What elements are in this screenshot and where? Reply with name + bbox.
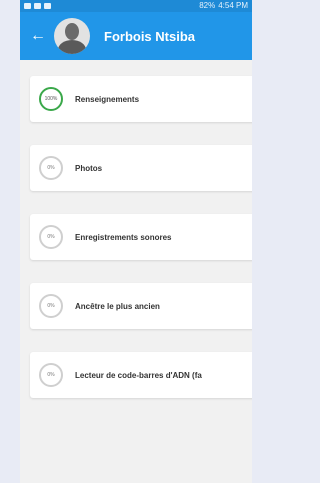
progress-ring: 100% bbox=[39, 87, 63, 111]
notification-icon bbox=[44, 3, 51, 9]
progress-value: 0% bbox=[47, 165, 55, 171]
status-right: 82% 4:54 PM bbox=[199, 0, 248, 12]
section-label: Photos bbox=[75, 163, 103, 173]
image-icon bbox=[34, 3, 41, 9]
progress-value: 0% bbox=[47, 372, 55, 378]
progress-value: 100% bbox=[44, 96, 58, 102]
progress-value: 0% bbox=[47, 234, 55, 240]
app-bar: ← Forbois Ntsiba bbox=[20, 12, 252, 60]
section-list: 100% Renseignements 0% Photos 0% Enregis… bbox=[20, 60, 252, 398]
progress-ring: 0% bbox=[39, 156, 63, 180]
avatar-shoulders bbox=[58, 40, 86, 54]
section-label: Ancêtre le plus ancien bbox=[75, 301, 160, 311]
progress-value: 0% bbox=[47, 303, 55, 309]
phone-screen: 82% 4:54 PM ← Forbois Ntsiba 100% Rensei… bbox=[20, 0, 252, 483]
section-card-dna-barcode[interactable]: 0% Lecteur de code-barres d'ADN (fa bbox=[30, 352, 252, 398]
status-time: 4:54 PM bbox=[218, 1, 248, 10]
battery-level: 82% bbox=[199, 1, 216, 10]
page-title: Forbois Ntsiba bbox=[104, 28, 196, 44]
section-label: Renseignements bbox=[75, 94, 140, 104]
back-arrow-icon[interactable]: ← bbox=[30, 28, 48, 44]
progress-ring: 0% bbox=[39, 225, 63, 249]
progress-ring: 0% bbox=[39, 294, 63, 318]
section-label: Enregistrements sonores bbox=[75, 232, 172, 242]
status-bar: 82% 4:54 PM bbox=[20, 0, 252, 12]
section-label: Lecteur de code-barres d'ADN (fa bbox=[75, 370, 202, 380]
status-left-icons bbox=[24, 0, 51, 12]
avatar[interactable] bbox=[54, 18, 90, 54]
avatar-head bbox=[65, 23, 79, 40]
section-card-renseignements[interactable]: 100% Renseignements bbox=[30, 76, 252, 122]
message-icon bbox=[24, 3, 31, 9]
section-card-ancestor[interactable]: 0% Ancêtre le plus ancien bbox=[30, 283, 252, 329]
section-card-audio[interactable]: 0% Enregistrements sonores bbox=[30, 214, 252, 260]
section-card-photos[interactable]: 0% Photos bbox=[30, 145, 252, 191]
progress-ring: 0% bbox=[39, 363, 63, 387]
